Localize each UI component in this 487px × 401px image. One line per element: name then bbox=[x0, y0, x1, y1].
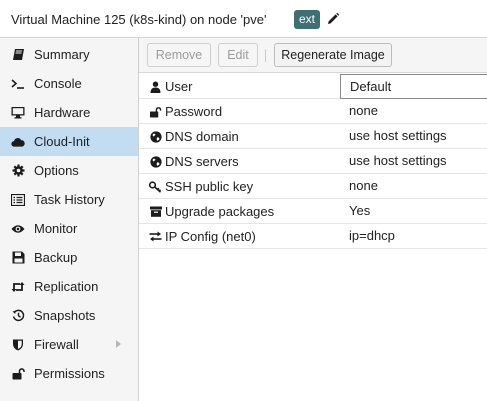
row-value: use host settings bbox=[349, 128, 447, 143]
row-key: DNS servers bbox=[139, 149, 340, 174]
table-row[interactable]: IP Config (net0) ip=dhcp bbox=[139, 224, 487, 249]
row-key-label: DNS domain bbox=[165, 129, 239, 144]
shield-icon bbox=[11, 338, 25, 352]
remove-button[interactable]: Remove bbox=[147, 43, 211, 67]
sidebar-item-label: Task History bbox=[34, 192, 105, 207]
row-key: Password bbox=[139, 99, 340, 124]
sidebar-item-console[interactable]: Console bbox=[0, 69, 138, 98]
sidebar-item-backup[interactable]: Backup bbox=[0, 243, 138, 272]
row-key-label: DNS servers bbox=[165, 154, 239, 169]
toolbar: Remove Edit Regenerate Image bbox=[139, 38, 487, 73]
row-key-label: SSH public key bbox=[165, 179, 254, 194]
terminal-icon bbox=[11, 77, 25, 91]
sidebar-item-firewall[interactable]: Firewall bbox=[0, 330, 138, 359]
chevron-right-icon[interactable] bbox=[116, 340, 121, 348]
sidebar-item-label: Options bbox=[34, 163, 79, 178]
gear-icon bbox=[11, 164, 25, 178]
row-value: Default bbox=[340, 74, 487, 99]
globe-icon bbox=[149, 155, 162, 168]
table-row[interactable]: Password none bbox=[139, 99, 487, 124]
table-row[interactable]: Upgrade packages Yes bbox=[139, 199, 487, 224]
page-title: Virtual Machine 125 (k8s-kind) on node '… bbox=[11, 12, 267, 27]
book-icon bbox=[11, 48, 25, 62]
toolbar-separator bbox=[265, 49, 266, 62]
sidebar-item-snapshots[interactable]: Snapshots bbox=[0, 301, 138, 330]
desktop-icon bbox=[11, 106, 25, 120]
unlock-icon bbox=[149, 105, 162, 118]
regenerate-image-button[interactable]: Regenerate Image bbox=[274, 43, 392, 67]
row-key: IP Config (net0) bbox=[139, 224, 340, 249]
cloud-init-grid: User Default Password none DNS domain us… bbox=[139, 74, 487, 249]
sidebar-item-hardware[interactable]: Hardware bbox=[0, 98, 138, 127]
unlock-icon bbox=[11, 367, 25, 381]
row-value: none bbox=[349, 178, 378, 193]
sidebar-item-label: Console bbox=[34, 76, 82, 91]
key-icon bbox=[149, 180, 162, 193]
history-icon bbox=[11, 309, 25, 323]
sidebar-item-options[interactable]: Options bbox=[0, 156, 138, 185]
sidebar-item-label: Monitor bbox=[34, 221, 78, 236]
pencil-icon[interactable] bbox=[326, 12, 340, 26]
sidebar-item-task-history[interactable]: Task History bbox=[0, 185, 138, 214]
row-key-label: IP Config (net0) bbox=[165, 229, 256, 244]
edit-button[interactable]: Edit bbox=[218, 43, 258, 67]
globe-icon bbox=[149, 130, 162, 143]
row-key: Upgrade packages bbox=[139, 199, 340, 224]
table-row[interactable]: DNS domain use host settings bbox=[139, 124, 487, 149]
sidebar-item-label: Summary bbox=[34, 47, 90, 62]
floppy-icon bbox=[11, 251, 25, 265]
row-key-label: Upgrade packages bbox=[165, 204, 275, 219]
row-key-label: Password bbox=[165, 104, 223, 119]
row-value: use host settings bbox=[349, 153, 447, 168]
user-icon bbox=[149, 80, 162, 93]
sidebar-item-label: Replication bbox=[34, 279, 99, 294]
sidebar-item-cloud-init[interactable]: Cloud-Init bbox=[0, 127, 138, 156]
row-value: Yes bbox=[349, 203, 371, 218]
table-row[interactable]: SSH public key none bbox=[139, 174, 487, 199]
sidebar-item-label: Backup bbox=[34, 250, 78, 265]
tag-badge[interactable]: ext bbox=[294, 10, 321, 29]
row-key: User bbox=[139, 74, 340, 99]
eye-icon bbox=[11, 222, 25, 236]
sidebar-item-replication[interactable]: Replication bbox=[0, 272, 138, 301]
sidebar-item-label: Cloud-Init bbox=[34, 134, 90, 149]
row-value: none bbox=[349, 103, 378, 118]
table-row[interactable]: DNS servers use host settings bbox=[139, 149, 487, 174]
sidebar-item-permissions[interactable]: Permissions bbox=[0, 359, 138, 388]
sidebar-item-label: Permissions bbox=[34, 366, 105, 381]
cloud-icon bbox=[11, 135, 25, 149]
sidebar-nav: Summary Console Hardware Cloud-Init Opti… bbox=[0, 38, 139, 401]
sidebar-item-monitor[interactable]: Monitor bbox=[0, 214, 138, 243]
archive-icon bbox=[149, 205, 162, 218]
sidebar-item-summary[interactable]: Summary bbox=[0, 40, 138, 69]
retweet-icon bbox=[11, 280, 25, 294]
row-key-label: User bbox=[165, 79, 193, 94]
sidebar-item-label: Hardware bbox=[34, 105, 91, 120]
row-value: ip=dhcp bbox=[349, 228, 395, 243]
row-key: SSH public key bbox=[139, 174, 340, 199]
table-row[interactable]: User Default bbox=[139, 74, 487, 99]
header-bar: Virtual Machine 125 (k8s-kind) on node '… bbox=[0, 0, 487, 38]
sidebar-item-label: Firewall bbox=[34, 337, 79, 352]
sidebar-item-label: Snapshots bbox=[34, 308, 96, 323]
row-key: DNS domain bbox=[139, 124, 340, 149]
exchange-icon bbox=[149, 230, 162, 243]
list-icon bbox=[11, 193, 25, 207]
